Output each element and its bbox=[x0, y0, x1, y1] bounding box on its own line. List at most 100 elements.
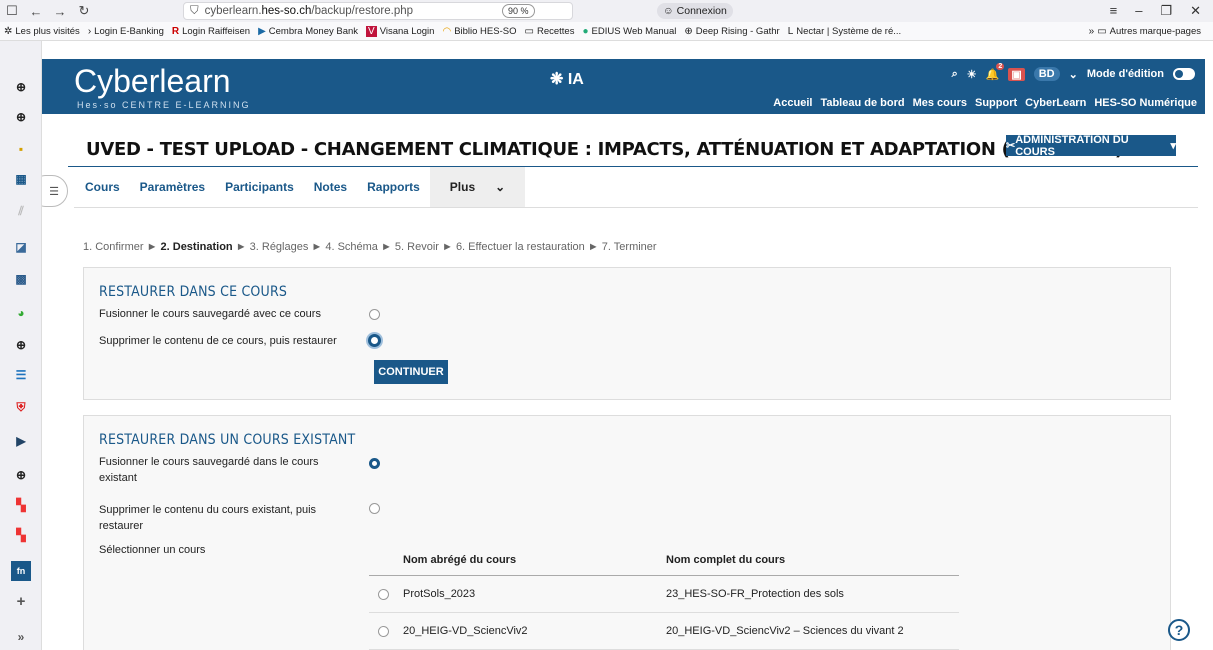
course-admin-button[interactable]: ✂ ADMINISTRATION DU COURS ▾ bbox=[1006, 134, 1176, 158]
delete-existing-course-radio[interactable] bbox=[369, 503, 380, 514]
chevron-right-icon[interactable]: » bbox=[11, 627, 31, 647]
bookmark-item[interactable]: › Login E-Banking bbox=[88, 26, 164, 37]
column-header: Nom complet du cours bbox=[666, 554, 786, 566]
bookmark-item[interactable]: ⊕ Deep Rising - Gathr bbox=[684, 26, 779, 37]
notif-badge: 2 bbox=[996, 62, 1005, 70]
app-icon[interactable]: ◪ bbox=[11, 237, 31, 257]
course-secondary-nav: Cours Paramètres Participants Notes Rapp… bbox=[75, 167, 526, 207]
table-row[interactable]: ProtSols_2023 23_HES-SO-FR_Protection de… bbox=[369, 576, 959, 613]
bookmark-item[interactable]: R Login Raiffeisen bbox=[172, 26, 250, 37]
edit-mode-toggle[interactable] bbox=[1173, 68, 1195, 80]
option-label: Fusionner le cours sauvegardé avec ce co… bbox=[99, 308, 321, 320]
tab-cours[interactable]: Cours bbox=[75, 180, 130, 194]
url-host: hes-so.ch bbox=[261, 5, 312, 17]
restore-existing-course-panel: RESTAURER DANS UN COURS EXISTANT Fusionn… bbox=[83, 415, 1171, 650]
header-tools: ⌕ ☀ 🔔 2 ▣ BD ⌄ Mode d'édition bbox=[952, 62, 1195, 81]
app-icon[interactable]: ⛨ bbox=[11, 397, 31, 417]
course-radio[interactable] bbox=[378, 589, 389, 600]
delete-this-course-radio[interactable] bbox=[368, 334, 381, 347]
bell-icon[interactable]: 🔔 2 bbox=[986, 62, 1005, 81]
ia-link[interactable]: ❋ IA bbox=[550, 69, 584, 89]
chevron-down-icon: ⌄ bbox=[495, 180, 506, 194]
app-icon[interactable]: ▪ bbox=[11, 139, 31, 159]
globe-icon[interactable]: ⊕ bbox=[11, 77, 31, 97]
course-index-toggle[interactable]: ☰ bbox=[42, 175, 68, 207]
zoom-indicator[interactable]: 90 % bbox=[502, 4, 535, 18]
biblio-icon: ◠ bbox=[442, 25, 452, 37]
bookmark-item[interactable]: V Visana Login bbox=[366, 25, 434, 37]
raiffeisen-icon: R bbox=[171, 25, 180, 37]
app-icon[interactable]: fn bbox=[11, 561, 31, 581]
back-icon[interactable]: ← bbox=[24, 0, 48, 22]
forward-icon[interactable]: → bbox=[48, 0, 72, 22]
connexion-button[interactable]: ☺ Connexion bbox=[657, 3, 733, 19]
chevron-down-icon[interactable]: ⌄ bbox=[1069, 68, 1078, 81]
nav-link-tableau-de-bord[interactable]: Tableau de bord bbox=[820, 97, 904, 109]
app-icon[interactable]: ▚ bbox=[11, 495, 31, 515]
restore-icon[interactable]: ❐ bbox=[1160, 3, 1172, 19]
app-icon[interactable]: ⫽ bbox=[11, 201, 31, 221]
nectar-icon: L bbox=[787, 25, 794, 37]
tab-parametres[interactable]: Paramètres bbox=[130, 180, 215, 194]
bookmarks-bar: ✲ Les plus visités › Login E-Banking R Logi… bbox=[0, 22, 1213, 41]
cembra-icon: ▶ bbox=[258, 25, 266, 37]
tab-notes[interactable]: Notes bbox=[304, 180, 357, 194]
bookmark-item[interactable]: ✲ Les plus visités bbox=[4, 26, 80, 37]
other-bookmarks[interactable]: » ▭ Autres marque-pages bbox=[1089, 26, 1201, 37]
menu-icon[interactable]: ≡ bbox=[1110, 3, 1118, 19]
nav-link-cyberlearn[interactable]: CyberLearn bbox=[1025, 97, 1086, 109]
merge-this-course-radio[interactable] bbox=[369, 309, 380, 320]
bookmark-item[interactable]: ● EDIUS Web Manual bbox=[582, 26, 676, 37]
minimize-icon[interactable]: – bbox=[1135, 3, 1142, 19]
bookmark-item[interactable]: ▶ Cembra Money Bank bbox=[258, 26, 358, 37]
theme-icon[interactable]: ☀ bbox=[967, 68, 977, 81]
app-icon[interactable]: ☰ bbox=[11, 365, 31, 385]
tab-list-icon[interactable]: ☐ bbox=[0, 0, 24, 22]
subnav-divider bbox=[74, 207, 1198, 208]
current-step: 2. Destination bbox=[160, 241, 233, 253]
tab-participants[interactable]: Participants bbox=[215, 180, 304, 194]
bookmark-item[interactable]: L Nectar | Système de ré... bbox=[788, 26, 901, 37]
restore-steps: 1. Confirmer ► 2. Destination ► 3. Régla… bbox=[83, 241, 657, 253]
page-content: Cyberlearn Hes·so CENTRE E-LEARNING ❋ IA… bbox=[42, 41, 1213, 650]
messages-icon[interactable]: ▣ bbox=[1008, 67, 1025, 81]
url-prefix: cyberlearn. bbox=[204, 5, 262, 17]
option-label: Supprimer le contenu du cours existant, … bbox=[99, 504, 317, 532]
nav-link-hes-so-numerique[interactable]: HES-SO Numérique bbox=[1094, 97, 1197, 109]
app-icon[interactable]: ◕ bbox=[11, 303, 31, 323]
add-icon[interactable]: + bbox=[11, 591, 31, 611]
nav-link-mes-cours[interactable]: Mes cours bbox=[913, 97, 967, 109]
page-title: UVED - TEST UPLOAD - CHANGEMENT CLIMATIQ… bbox=[86, 139, 1123, 160]
help-button[interactable]: ? bbox=[1168, 619, 1190, 641]
user-menu[interactable]: BD bbox=[1033, 67, 1060, 81]
url-path: /backup/restore.php bbox=[311, 5, 414, 17]
tab-rapports[interactable]: Rapports bbox=[357, 180, 430, 194]
bookmark-item[interactable]: ▭ Recettes bbox=[525, 26, 575, 37]
app-icon[interactable]: ▦ bbox=[11, 169, 31, 189]
globe-icon[interactable]: ⊕ bbox=[11, 335, 31, 355]
search-icon[interactable]: ⌕ bbox=[952, 68, 958, 81]
app-icon[interactable]: ▚ bbox=[11, 525, 31, 545]
list-icon: ☰ bbox=[49, 185, 59, 198]
globe-icon[interactable]: ⊕ bbox=[11, 107, 31, 127]
nav-link-support[interactable]: Support bbox=[975, 97, 1017, 109]
tab-plus[interactable]: Plus ⌄ bbox=[429, 167, 526, 207]
reload-icon[interactable]: ↻ bbox=[72, 0, 96, 22]
close-icon[interactable]: ✕ bbox=[1190, 3, 1201, 19]
nav-link-accueil[interactable]: Accueil bbox=[773, 97, 812, 109]
chevron-right-icon: » bbox=[1088, 25, 1095, 37]
app-icon[interactable]: ▶ bbox=[11, 431, 31, 451]
app-icon[interactable]: ▩ bbox=[11, 269, 31, 289]
course-radio[interactable] bbox=[378, 626, 389, 637]
merge-existing-course-radio[interactable] bbox=[369, 458, 380, 469]
table-row[interactable]: 20_HEIG-VD_SciencViv2 20_HEIG-VD_SciencV… bbox=[369, 613, 959, 650]
browser-toolbar: ☐ ← → ↻ bbox=[0, 0, 1213, 22]
bookmark-item[interactable]: ◠ Biblio HES-SO bbox=[442, 26, 516, 37]
edit-mode-label: Mode d'édition bbox=[1086, 68, 1164, 80]
globe-icon[interactable]: ⊕ bbox=[11, 465, 31, 485]
select-course-label: Sélectionner un cours bbox=[99, 544, 206, 556]
edius-icon: ● bbox=[582, 25, 589, 37]
browser-sidebar: ⊕ ⊕ ▪ ▦ ⫽ ◪ ▩ ◕ ⊕ ☰ ⛨ ▶ ⊕ ▚ ▚ fn + » bbox=[0, 41, 42, 650]
continue-button[interactable]: CONTINUER bbox=[374, 360, 448, 384]
site-logo[interactable]: Cyberlearn bbox=[74, 65, 231, 97]
